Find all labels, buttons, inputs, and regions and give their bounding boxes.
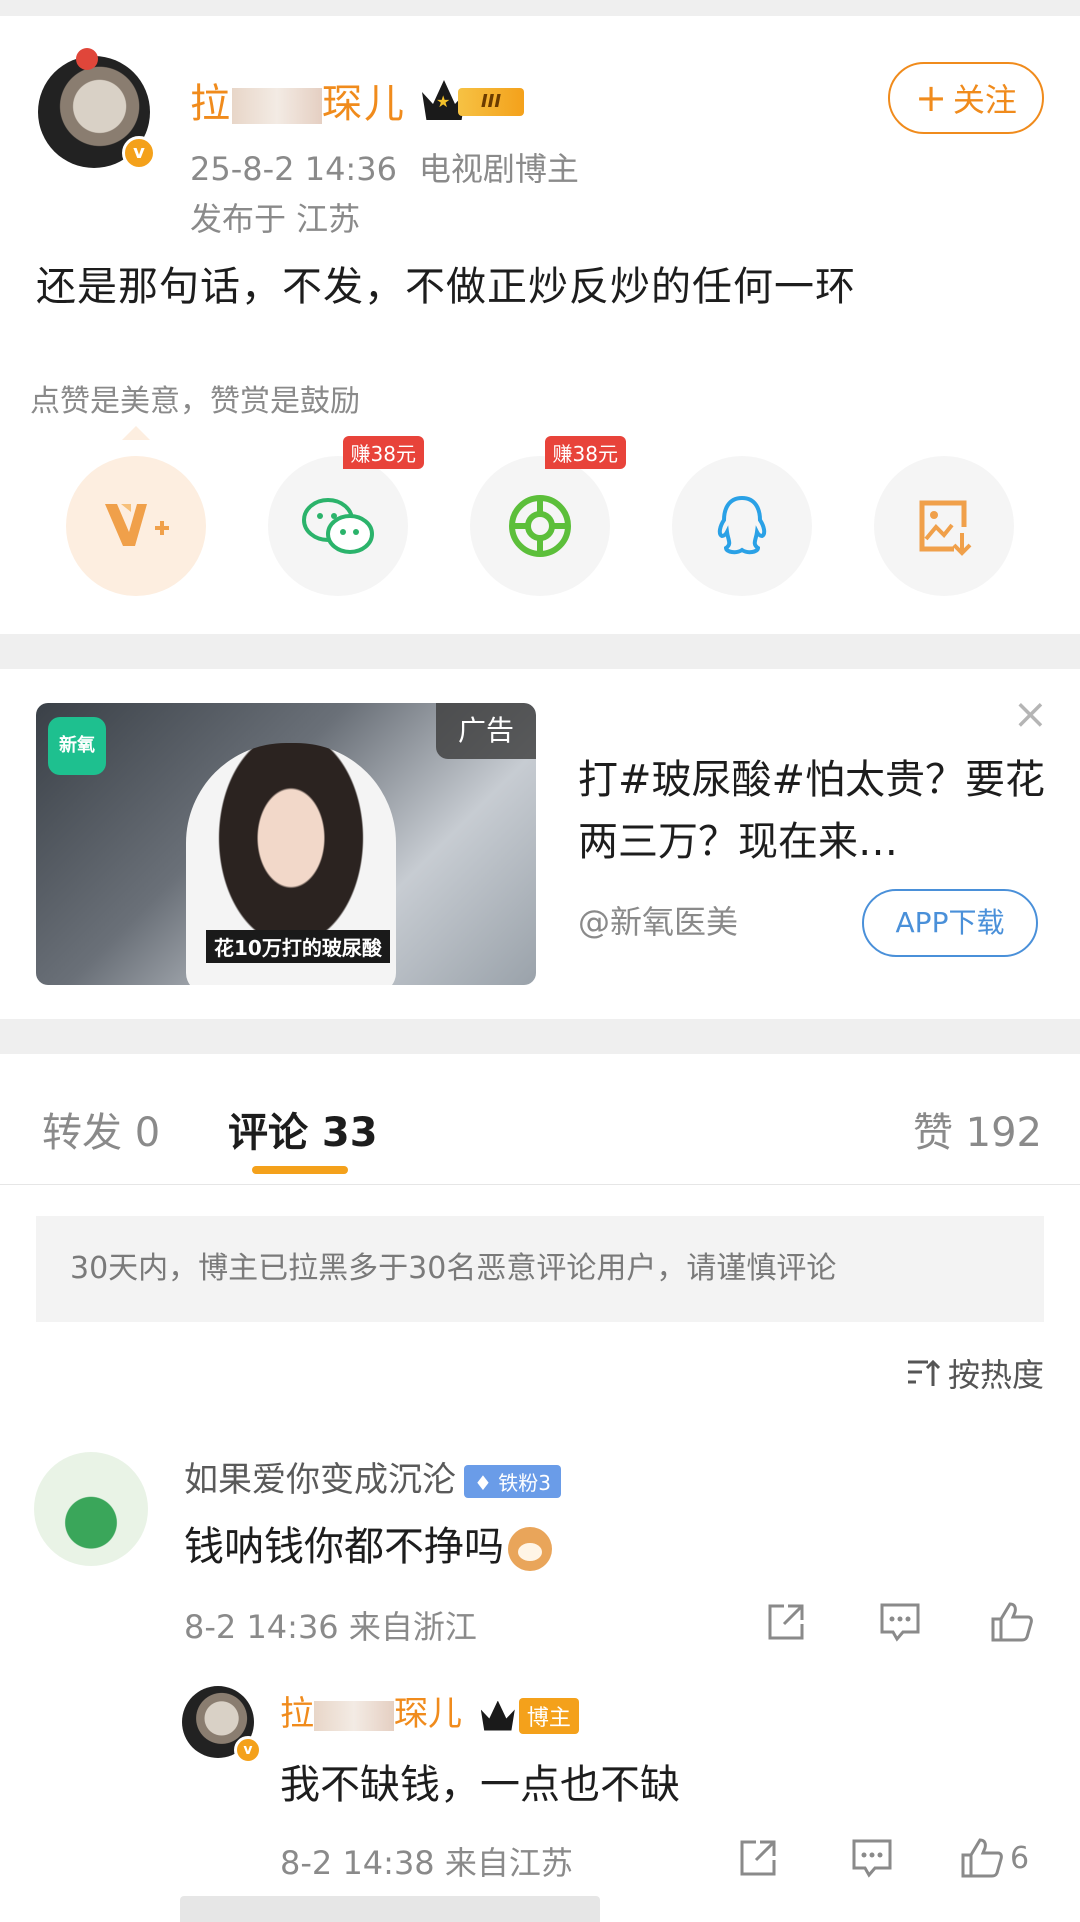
earn-badge: 赚38元: [544, 436, 626, 469]
reply-share-button[interactable]: [734, 1834, 782, 1882]
sort-icon: [907, 1359, 940, 1386]
tab-repost[interactable]: 转发 0: [42, 1100, 160, 1158]
comment-reply-button[interactable]: [876, 1598, 924, 1646]
avatar-decoration: [76, 48, 98, 70]
save-image-button[interactable]: [874, 456, 1014, 596]
comment-text: 钱呐钱你都不挣吗: [184, 1514, 552, 1572]
comment-like-button[interactable]: [988, 1598, 1036, 1646]
divider: [0, 1184, 1080, 1185]
next-comment-partial: [180, 1896, 600, 1922]
ad-image[interactable]: 新氧 广告 花10万打的玻尿酸: [36, 703, 536, 985]
member-level: III: [458, 88, 524, 116]
author-name[interactable]: 拉琛儿: [190, 71, 406, 129]
reply-author-name[interactable]: 拉琛儿 博主: [280, 1686, 579, 1735]
close-icon[interactable]: ×: [1013, 693, 1048, 735]
v-plus-icon: [105, 504, 169, 546]
doge-emoji-icon: [508, 1527, 552, 1571]
commenter-name[interactable]: 如果爱你变成沉沦 ♦ 铁粉3: [184, 1452, 562, 1501]
verified-badge-icon: v: [122, 136, 156, 170]
share-icon: [740, 1840, 776, 1876]
post-card: v 拉琛儿 III 25-8-2 14:36电视剧博主 发布于 江苏 + 关注 …: [0, 16, 1080, 634]
app-download-button[interactable]: APP下载: [862, 889, 1038, 957]
post-location: 发布于 江苏: [190, 200, 361, 238]
moments-share-button[interactable]: 赚38元: [470, 436, 626, 596]
verified-badge-icon: v: [234, 1736, 262, 1764]
save-image-icon: [919, 500, 972, 556]
post-text: 还是那句话，不发，不做正炒反炒的任何一环: [36, 264, 856, 310]
member-crown-badge[interactable]: III: [422, 80, 532, 120]
tip-arrow: [122, 426, 150, 440]
thumbs-up-icon: [991, 1602, 1033, 1642]
fan-level-badge: ♦ 铁粉3: [464, 1465, 562, 1498]
comment-share-button[interactable]: [762, 1598, 810, 1646]
post-meta: 25-8-2 14:36 电视剧博主: [190, 144, 601, 190]
moments-icon: [509, 495, 571, 557]
v-plus-button[interactable]: [66, 456, 206, 596]
sort-button[interactable]: 按热度: [906, 1350, 1044, 1396]
qq-icon: [717, 495, 767, 555]
ad-brand-logo: 新氧: [48, 717, 106, 775]
reply-meta: 8-2 14:38 来自江苏: [280, 1844, 573, 1882]
reply-like-button[interactable]: 6: [960, 1834, 1050, 1882]
host-badge: 博主: [518, 1697, 579, 1734]
thumbs-up-icon: [961, 1838, 1003, 1878]
tab-likes[interactable]: 赞 192: [913, 1100, 1042, 1158]
follow-button[interactable]: + 关注: [888, 62, 1044, 134]
plus-icon: +: [915, 76, 947, 120]
blurred-name-part: [314, 1700, 394, 1731]
blurred-name-part: [232, 88, 322, 124]
earn-badge: 赚38元: [342, 436, 424, 469]
wechat-share-button[interactable]: 赚38元: [268, 436, 424, 596]
ad-image-caption: 花10万打的玻尿酸: [206, 930, 390, 963]
ad-title[interactable]: 打#玻尿酸#怕太贵？要花两三万？现在来…: [578, 749, 1048, 873]
post-time: 25-8-2 14:36: [190, 150, 397, 188]
author-avatar[interactable]: v: [38, 48, 156, 170]
comments-section: 转发 0 评论 33 赞 192 30天内，博主已拉黑多于30名恶意评论用户，请…: [0, 1054, 1080, 1922]
like-tip: 点赞是美意，赞赏是鼓励: [30, 384, 360, 419]
share-icon: [768, 1604, 804, 1640]
comment-notice: 30天内，博主已拉黑多于30名恶意评论用户，请谨慎评论: [36, 1216, 1044, 1322]
comment-icon: [852, 1839, 892, 1878]
reply-avatar[interactable]: v: [182, 1686, 262, 1764]
reply-comment-button[interactable]: [848, 1834, 896, 1882]
active-tab-indicator: [252, 1166, 348, 1174]
reply-text: 我不缺钱，一点也不缺: [280, 1762, 680, 1808]
reply-like-count: 6: [1010, 1840, 1030, 1876]
ad-source[interactable]: @新氧医美: [578, 897, 738, 943]
tab-comments[interactable]: 评论 33: [228, 1100, 378, 1158]
ad-tag: 广告: [436, 703, 536, 759]
author-role: 电视剧博主: [418, 150, 579, 188]
crown-icon: [480, 1700, 515, 1731]
share-row: 赚38元 赚38元: [0, 436, 1080, 596]
comment-icon: [880, 1603, 920, 1642]
wechat-icon: [302, 498, 374, 554]
qq-share-button[interactable]: [672, 456, 812, 596]
comment-meta: 8-2 14:36 来自浙江: [184, 1608, 477, 1646]
ad-card[interactable]: 新氧 广告 花10万打的玻尿酸 × 打#玻尿酸#怕太贵？要花两三万？现在来… @…: [0, 669, 1080, 1019]
commenter-avatar[interactable]: [34, 1452, 148, 1566]
